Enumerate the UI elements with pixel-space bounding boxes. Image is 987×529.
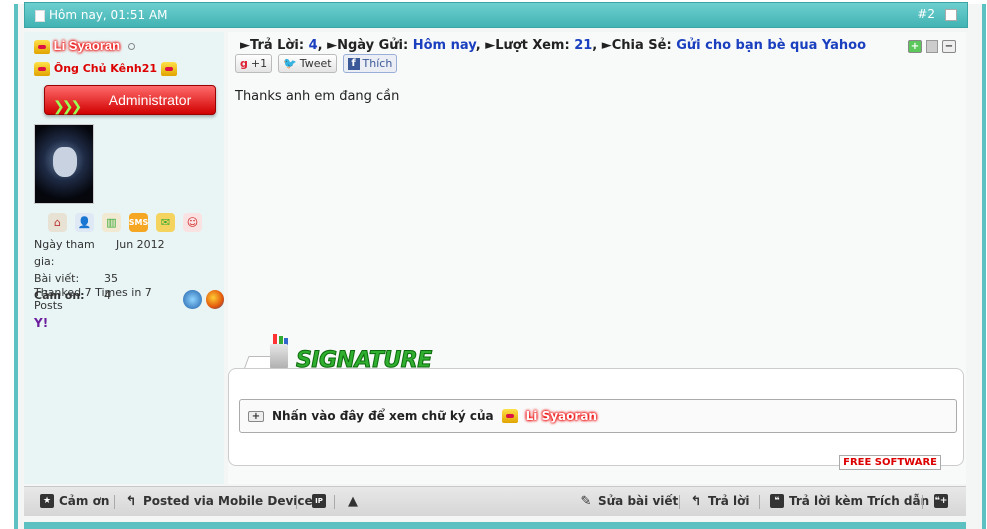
crown-icon (160, 62, 177, 76)
smiley-icon[interactable]: ☺ (183, 213, 202, 232)
signature-username: Li Syaoran (525, 409, 597, 423)
quote-icon: ❝ (770, 494, 784, 508)
replies-value: 4 (308, 38, 318, 53)
warning-icon: ▲ (348, 493, 358, 509)
posts-value: 35 (104, 272, 118, 285)
multi-quote-button[interactable]: ❝+ (934, 494, 948, 508)
replies-label: Trả Lời: (250, 38, 305, 53)
reply-icon: ↰ (690, 493, 702, 509)
posts-label: Bài viết: (34, 272, 80, 285)
sent-label: Ngày Gửi: (337, 38, 409, 53)
tweet-button[interactable]: 🐦 Tweet (278, 54, 337, 73)
firefox-icon (205, 289, 224, 309)
offline-status-icon (127, 43, 135, 51)
crown-icon (34, 62, 50, 76)
signature-box: + Nhấn vào đây để xem chữ ký của Li Syao… (228, 368, 964, 470)
sent-value: Hôm nay (412, 38, 476, 53)
post-header: Hôm nay, 01:51 AM #2 (24, 2, 968, 28)
plus-icon: + (248, 410, 264, 422)
username-row: Li Syaoran (34, 38, 135, 54)
user-title: Ông Chủ Kênh21 (53, 62, 158, 75)
free-software-badge[interactable]: FREE SOFTWARE (839, 455, 941, 470)
post-footer-toolbar: ★ Cảm ơn ↰ Posted via Mobile Device IP ▲… (24, 486, 966, 516)
post-content: Thanks anh em đang cần (235, 89, 400, 104)
reply-arrow-icon: ↰ (125, 493, 137, 509)
signature-toggle[interactable]: + Nhấn vào đây để xem chữ ký của Li Syao… (239, 399, 957, 433)
expand-button[interactable]: + (908, 40, 922, 53)
quote-reply-button[interactable]: ❝ Trả lời kèm Trích dẫn (770, 494, 929, 508)
ip-icon: IP (312, 494, 326, 508)
post-select-checkbox[interactable] (945, 9, 957, 21)
views-label: Lượt Xem: (495, 38, 570, 53)
thanked-row: Thanked 7 Times in 7 Posts (34, 286, 224, 312)
user-action-icons: ⌂ 👤 ▥ SMS ✉ ☺ (48, 213, 202, 232)
username-link[interactable]: Li Syaoran (54, 38, 120, 53)
add-friend-icon[interactable]: 👤 (75, 213, 94, 232)
divider (296, 495, 297, 509)
post-info-bar: ►Trả Lời: 4, ►Ngày Gửi: Hôm nay, ►Lượt X… (240, 38, 867, 53)
social-buttons: g +1 🐦 Tweet f Thích (235, 54, 398, 73)
mail-icon[interactable]: ✉ (156, 213, 175, 232)
thanks-icon: ★ (40, 494, 54, 508)
facebook-icon: f (347, 57, 360, 70)
signature-toggle-text: Nhấn vào đây để xem chữ ký của (272, 409, 494, 423)
size-divider (926, 40, 938, 53)
yahoo-icon[interactable]: Y! (34, 316, 48, 330)
views-value: 21 (574, 38, 593, 53)
gplus-icon: g (240, 57, 248, 70)
document-icon (35, 10, 45, 22)
twitter-icon: 🐦 (283, 57, 297, 70)
user-info-panel: Li Syaoran Ông Chủ Kênh21 ❯❯❯ Administra… (24, 32, 224, 484)
arrows-icon: ❯❯❯ (53, 98, 82, 114)
post-body: ►Trả Lời: 4, ►Ngày Gửi: Hôm nay, ►Lượt X… (228, 32, 966, 484)
rank-label: Administrator (108, 92, 192, 108)
rank-badge: ❯❯❯ Administrator (44, 85, 216, 115)
multi-quote-icon: ❝+ (934, 494, 948, 508)
user-title-row: Ông Chủ Kênh21 (34, 62, 177, 76)
divider (759, 495, 760, 509)
join-date-label: Ngày tham gia: (34, 238, 95, 268)
crown-icon (34, 39, 50, 54)
report-button[interactable]: ▲ (346, 493, 360, 509)
sms-icon[interactable]: SMS (129, 213, 148, 232)
collapse-button[interactable]: − (942, 40, 956, 53)
books-icon[interactable]: ▥ (102, 213, 121, 232)
facebook-like-button[interactable]: f Thích (342, 54, 398, 73)
divider (922, 495, 923, 509)
reply-button[interactable]: ↰ Trả lời (689, 493, 750, 509)
avatar[interactable] (34, 124, 94, 204)
windows-icon (183, 289, 202, 309)
crown-icon (501, 409, 518, 423)
home-icon[interactable]: ⌂ (48, 213, 67, 232)
join-date-value: Jun 2012 (116, 238, 165, 251)
post-size-controls: + − (908, 40, 956, 53)
thanks-button[interactable]: ★ Cảm ơn (40, 494, 109, 508)
gplus-button[interactable]: g +1 (235, 54, 273, 73)
thanked-text: Thanked 7 Times in 7 Posts (34, 286, 152, 312)
pencil-icon: ✎ (580, 493, 592, 509)
divider (679, 495, 680, 509)
mobile-device-label: ↰ Posted via Mobile Device (125, 493, 313, 509)
divider (114, 495, 115, 509)
divider (334, 495, 335, 509)
ip-button[interactable]: IP (312, 494, 326, 508)
share-label: Chia Sẻ: (611, 38, 672, 53)
edit-post-button[interactable]: ✎ Sửa bài viết (579, 493, 679, 509)
post-date: Hôm nay, 01:51 AM (49, 8, 168, 22)
next-post-header (24, 522, 966, 529)
post-number-link[interactable]: #2 (917, 7, 935, 21)
share-yahoo-link[interactable]: Gửi cho bạn bè qua Yahoo (676, 38, 866, 53)
